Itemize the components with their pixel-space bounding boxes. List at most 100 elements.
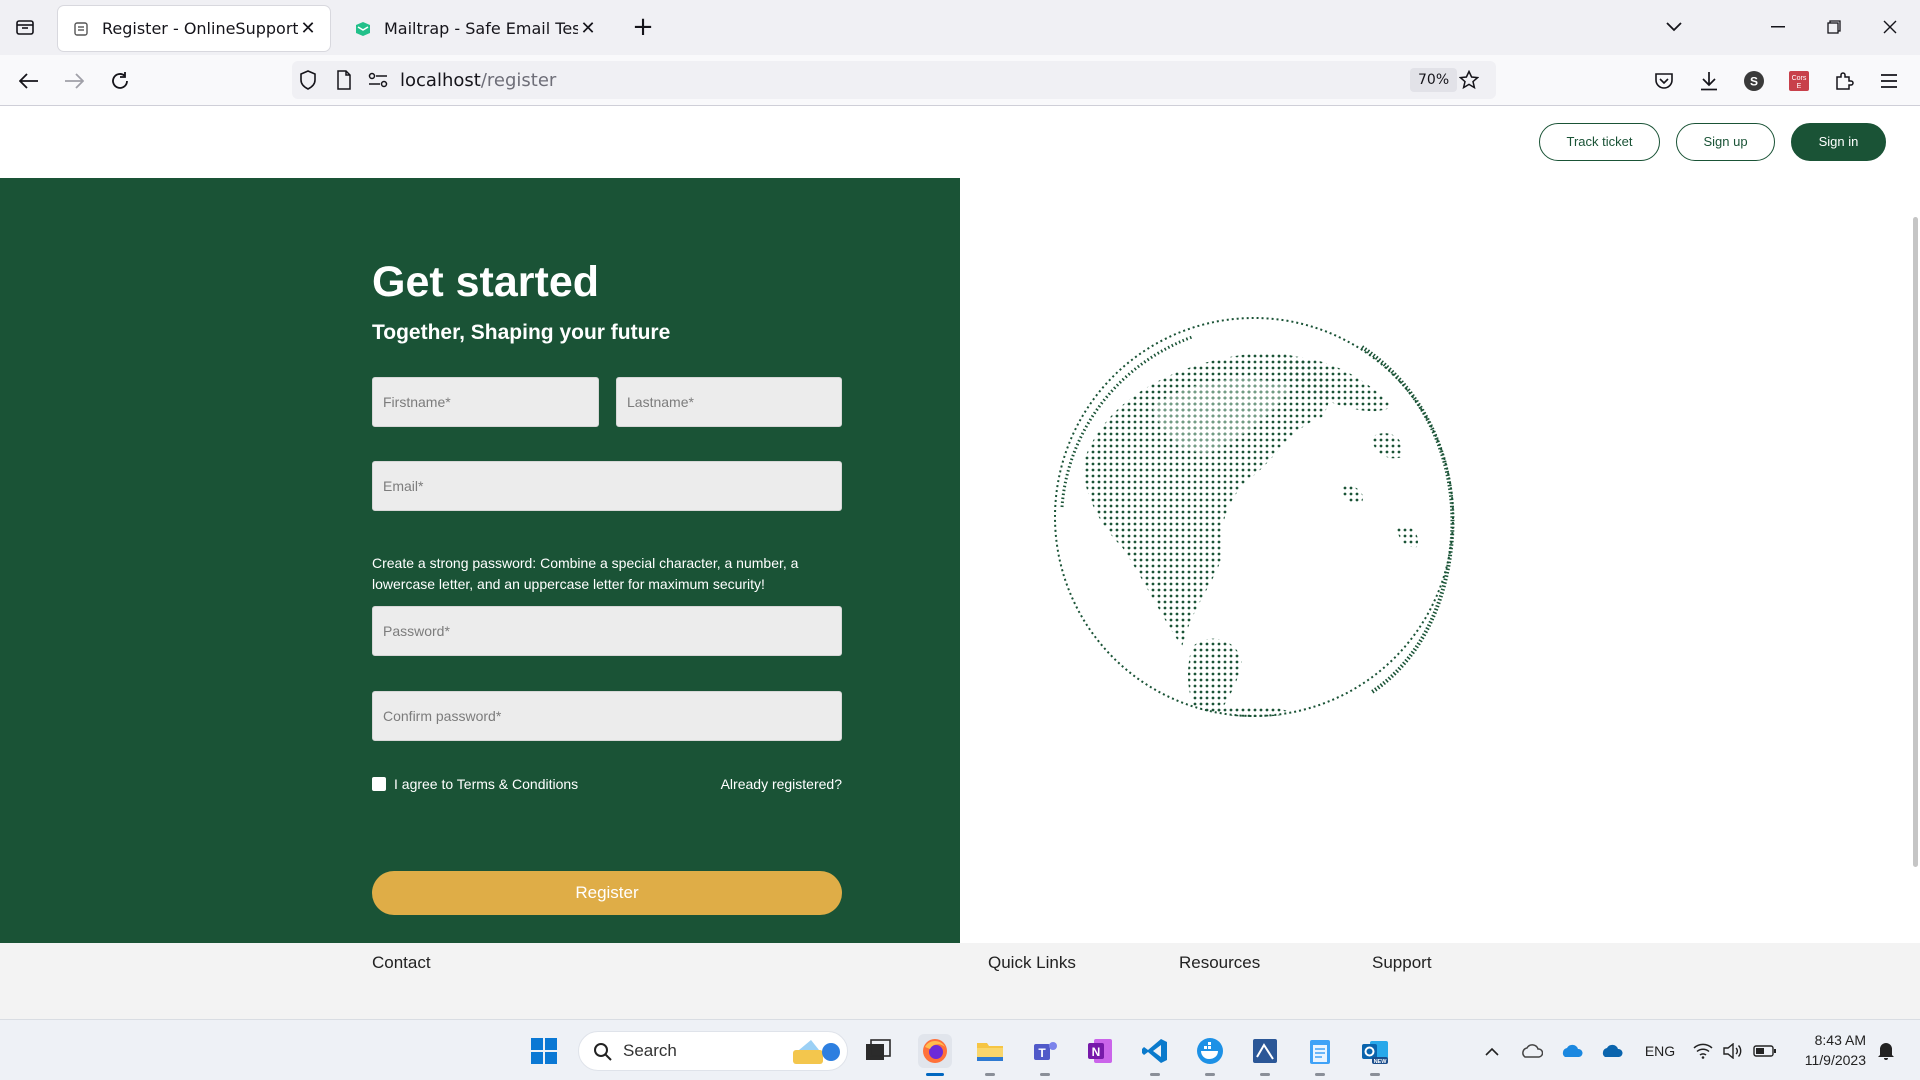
footer: Contact Quick Links Resources Support	[0, 943, 1920, 1019]
back-icon[interactable]	[13, 65, 45, 97]
volume-icon[interactable]	[1722, 1040, 1744, 1062]
register-button[interactable]: Register	[372, 871, 842, 915]
cors-extension-icon[interactable]: Cors E	[1783, 65, 1815, 97]
teams-icon[interactable]: T	[1028, 1034, 1062, 1076]
svg-text:NEW: NEW	[1374, 1059, 1388, 1065]
password-input[interactable]: Password*	[372, 606, 842, 656]
vscode-icon[interactable]	[1138, 1034, 1172, 1076]
file-explorer-icon[interactable]	[973, 1034, 1007, 1076]
url-path: /register	[480, 70, 557, 91]
confirm-password-input[interactable]: Confirm password*	[372, 691, 842, 741]
dotted-globe-illustration	[1054, 317, 1455, 717]
header-actions: Track ticket Sign up Sign in	[1539, 123, 1886, 161]
restore-icon[interactable]	[1814, 12, 1854, 42]
active-indicator	[926, 1073, 944, 1076]
terms-label[interactable]: I agree to Terms & Conditions	[394, 776, 578, 792]
zoom-level-badge[interactable]: 70%	[1410, 68, 1458, 92]
close-tab-icon[interactable]: ✕	[578, 18, 598, 39]
forward-icon[interactable]	[58, 65, 90, 97]
onedrive-cloud-icon[interactable]	[1598, 1040, 1624, 1062]
running-indicator	[1260, 1073, 1270, 1076]
notepad-icon[interactable]	[1303, 1034, 1337, 1076]
page-info-icon[interactable]	[334, 70, 354, 90]
ssms-icon[interactable]	[1248, 1034, 1282, 1076]
url-text[interactable]: localhost/register	[400, 70, 556, 91]
lastname-input[interactable]: Lastname*	[616, 377, 842, 427]
new-tab-icon[interactable]: +	[628, 14, 658, 44]
running-indicator	[1040, 1073, 1050, 1076]
close-window-icon[interactable]	[1870, 12, 1910, 42]
task-view-icon[interactable]	[861, 1034, 895, 1068]
email-input[interactable]: Email*	[372, 461, 842, 511]
show-hidden-icons-chevron-icon[interactable]	[1482, 1040, 1502, 1062]
app-menu-icon[interactable]	[1873, 65, 1905, 97]
taskbar-clock[interactable]: 8:43 AM 11/9/2023	[1786, 1030, 1866, 1070]
search-highlight-icon	[793, 1040, 840, 1064]
onedrive-business-icon[interactable]	[1558, 1040, 1584, 1062]
footer-quick-links-heading: Quick Links	[988, 953, 1076, 972]
bookmark-star-icon[interactable]	[1458, 69, 1480, 91]
svg-text:N: N	[1092, 1045, 1101, 1059]
browser-nav-bar: localhost/register 70% S Cors E	[0, 55, 1920, 106]
close-tab-icon[interactable]: ✕	[298, 18, 318, 39]
pocket-icon[interactable]	[1648, 65, 1680, 97]
docker-icon[interactable]	[1193, 1034, 1227, 1076]
sign-in-button[interactable]: Sign in	[1791, 123, 1886, 161]
battery-icon[interactable]	[1752, 1040, 1778, 1062]
tab-mailtrap[interactable]: Mailtrap - Safe Email Testing ✕	[340, 6, 610, 51]
input-language-indicator[interactable]: ENG	[1640, 1040, 1680, 1062]
windows-taskbar: Search T N NEW ENG 8:43 AM 11/9/2023	[0, 1019, 1920, 1080]
track-ticket-button[interactable]: Track ticket	[1539, 123, 1660, 161]
running-indicator	[1370, 1073, 1380, 1076]
wifi-icon[interactable]	[1692, 1040, 1714, 1062]
footer-contact-heading: Contact	[372, 953, 431, 972]
list-all-tabs-chevron-icon[interactable]	[1654, 12, 1694, 42]
footer-resources-heading: Resources	[1179, 953, 1261, 972]
reload-icon[interactable]	[104, 65, 136, 97]
clock-date: 11/9/2023	[1804, 1052, 1866, 1068]
already-registered-link[interactable]: Already registered?	[721, 776, 842, 792]
profile-initial: S	[1750, 75, 1758, 89]
firefox-taskbar-icon[interactable]	[918, 1034, 952, 1076]
register-form: Get started Together, Shaping your futur…	[372, 258, 842, 915]
clock-time: 8:43 AM	[1814, 1032, 1866, 1048]
minimize-icon[interactable]	[1758, 12, 1798, 42]
register-page: Track ticket Sign up Sign in Get started…	[0, 107, 1920, 1019]
svg-text:Cors: Cors	[1792, 75, 1807, 82]
running-indicator	[985, 1073, 995, 1076]
svg-text:T: T	[1038, 1046, 1046, 1060]
extensions-puzzle-icon[interactable]	[1828, 65, 1860, 97]
tab-register[interactable]: Register - OnlineSupportSystem ✕	[58, 6, 330, 51]
address-bar[interactable]: localhost/register 70%	[292, 61, 1496, 99]
start-windows-icon[interactable]	[527, 1034, 561, 1068]
profile-avatar-icon[interactable]: S	[1738, 65, 1770, 97]
tracking-shield-icon[interactable]	[298, 70, 318, 90]
terms-agreement: I agree to Terms & Conditions	[372, 776, 578, 792]
taskbar-search-box[interactable]: Search	[578, 1031, 848, 1071]
running-indicator	[1205, 1073, 1215, 1076]
search-icon	[594, 1043, 612, 1061]
page-scrollbar[interactable]	[1913, 217, 1918, 867]
tab-title: Register - OnlineSupportSystem	[102, 19, 298, 38]
terms-checkbox[interactable]	[372, 777, 386, 791]
site-permissions-icon[interactable]	[368, 70, 388, 90]
onedrive-personal-icon[interactable]	[1518, 1040, 1544, 1062]
outlook-new-icon[interactable]: NEW	[1358, 1034, 1392, 1076]
sign-up-button[interactable]: Sign up	[1676, 123, 1775, 161]
tab-list-icon[interactable]	[10, 12, 40, 42]
mailtrap-favicon-icon	[352, 18, 374, 40]
onenote-icon[interactable]: N	[1083, 1034, 1117, 1068]
page-title: Get started	[372, 258, 600, 306]
page-subtitle: Together, Shaping your future	[372, 321, 671, 344]
browser-tab-bar: Register - OnlineSupportSystem ✕ Mailtra…	[0, 0, 1920, 55]
tab-title: Mailtrap - Safe Email Testing	[384, 19, 578, 38]
url-host: localhost	[400, 70, 481, 91]
svg-text:E: E	[1797, 83, 1802, 90]
downloads-icon[interactable]	[1693, 65, 1725, 97]
footer-support-heading: Support	[1372, 953, 1432, 972]
password-hint: Create a strong password: Combine a spec…	[372, 555, 799, 592]
register-panel: Get started Together, Shaping your futur…	[0, 178, 960, 943]
page-favicon-icon	[70, 18, 92, 40]
firstname-input[interactable]: Firstname*	[372, 377, 599, 427]
notification-bell-icon[interactable]	[1874, 1040, 1898, 1062]
